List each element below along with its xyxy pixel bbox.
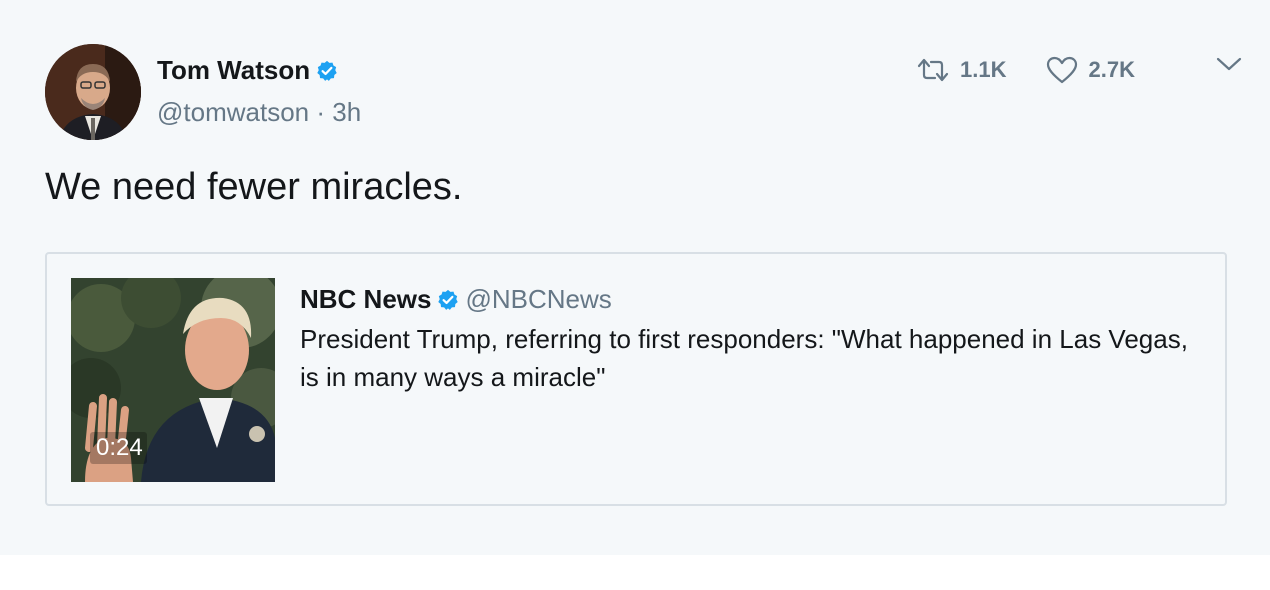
quoted-author-name[interactable]: NBC News <box>300 284 431 315</box>
retweet-count: 1.1K <box>960 57 1007 82</box>
author-avatar[interactable] <box>45 44 141 140</box>
tweet: Tom Watson @tomwatson · 3h 1.1K 2.7K We … <box>0 0 1270 555</box>
retweet-icon <box>917 58 949 82</box>
tweet-menu-button[interactable] <box>1214 52 1244 76</box>
meta-separator: · <box>309 97 333 127</box>
quoted-author-handle[interactable]: @NBCNews <box>465 284 611 315</box>
tweet-text: We need fewer miracles. <box>45 166 463 208</box>
tweet-actions: 1.1K 2.7K <box>916 54 1135 86</box>
chevron-down-icon <box>1216 57 1242 71</box>
quoted-tweet-header: NBC News @NBCNews <box>300 284 612 315</box>
avatar-image <box>45 44 141 140</box>
retweet-button[interactable]: 1.1K <box>916 57 1006 83</box>
author-name[interactable]: Tom Watson <box>157 55 338 86</box>
verified-badge-icon <box>316 60 338 82</box>
video-duration: 0:24 <box>90 432 147 464</box>
video-thumbnail[interactable]: 0:24 <box>71 278 275 482</box>
quoted-tweet[interactable]: 0:24 NBC News @NBCNews President Trump, … <box>45 252 1227 506</box>
tweet-timestamp[interactable]: 3h <box>332 97 361 127</box>
like-button[interactable]: 2.7K <box>1046 56 1135 84</box>
author-name-text[interactable]: Tom Watson <box>157 55 310 86</box>
author-handle[interactable]: @tomwatson <box>157 97 309 127</box>
like-count: 2.7K <box>1088 57 1135 82</box>
tweet-meta: @tomwatson · 3h <box>157 97 361 128</box>
heart-icon <box>1047 56 1078 84</box>
quoted-tweet-text: President Trump, referring to first resp… <box>300 324 1188 392</box>
verified-badge-icon <box>437 289 459 311</box>
